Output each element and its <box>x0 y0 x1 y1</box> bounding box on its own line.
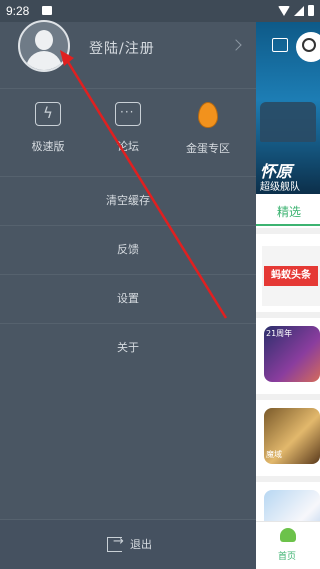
lightning-icon <box>35 102 61 126</box>
menu-item-settings[interactable]: 设置 <box>0 274 256 323</box>
quick-actions: 极速版 论坛 金蛋专区 <box>0 88 256 176</box>
chat-icon <box>115 102 141 126</box>
category-icon[interactable] <box>272 38 288 52</box>
menu-item-clear-cache[interactable]: 清空缓存 <box>0 176 256 225</box>
status-icons <box>278 5 314 16</box>
game-thumbnail[interactable]: 魔域 <box>264 408 320 464</box>
quick-item-label: 论坛 <box>117 140 139 153</box>
status-time: 9:28 <box>6 4 30 18</box>
app-content-peek: 怀原 超级舰队 精选 蚂蚁头条 21周年 魔域 首页 <box>256 22 320 569</box>
bottom-nav: 首页 <box>256 521 320 569</box>
menu-item-feedback[interactable]: 反馈 <box>0 225 256 274</box>
quick-item-golden-egg[interactable]: 金蛋专区 <box>173 102 243 156</box>
menu-item-about[interactable]: 关于 <box>0 323 256 372</box>
battery-icon <box>308 5 314 16</box>
divider <box>256 312 320 318</box>
search-icon <box>302 38 316 52</box>
avatar[interactable] <box>18 20 70 72</box>
banner-ship-image <box>260 102 316 142</box>
golden-egg-icon <box>198 102 218 128</box>
quick-item-label: 金蛋专区 <box>186 142 230 155</box>
navigation-drawer: 登陆/注册 极速版 论坛 金蛋专区 清空缓存 反馈 设置 关于 退出 <box>0 20 256 569</box>
android-home-icon[interactable] <box>280 528 296 542</box>
image-notification-icon <box>42 6 52 15</box>
tab-featured[interactable]: 精选 <box>256 198 320 226</box>
signal-icon <box>294 5 304 16</box>
bottom-nav-home-label[interactable]: 首页 <box>278 549 296 562</box>
game-badge: 魔域 <box>266 450 282 459</box>
login-register-label[interactable]: 登陆/注册 <box>89 38 155 58</box>
ad-label: 蚂蚁头条 <box>264 266 318 286</box>
divider <box>256 394 320 400</box>
game-badge: 21周年 <box>266 329 293 338</box>
game-banner[interactable]: 怀原 超级舰队 <box>256 22 320 194</box>
logout-bar[interactable]: 退出 <box>0 519 256 569</box>
chevron-right-icon <box>230 39 242 51</box>
quick-item-forum[interactable]: 论坛 <box>93 102 163 154</box>
divider <box>256 228 320 234</box>
logout-icon <box>107 534 124 552</box>
user-icon-body <box>26 51 62 70</box>
tab-label: 精选 <box>277 205 302 219</box>
wifi-icon <box>278 5 290 16</box>
divider <box>256 476 320 482</box>
login-row[interactable]: 登陆/注册 <box>0 20 256 88</box>
user-icon <box>35 30 53 50</box>
status-bar: 9:28 <box>0 0 320 22</box>
quick-item-lite[interactable]: 极速版 <box>13 102 83 154</box>
banner-subtitle: 超级舰队 <box>260 182 300 193</box>
ad-card[interactable]: 蚂蚁头条 <box>262 246 320 306</box>
logout-label: 退出 <box>130 538 152 551</box>
logout-button[interactable]: 退出 <box>107 534 152 552</box>
quick-item-label: 极速版 <box>31 140 65 153</box>
game-thumbnail[interactable]: 21周年 <box>264 326 320 382</box>
